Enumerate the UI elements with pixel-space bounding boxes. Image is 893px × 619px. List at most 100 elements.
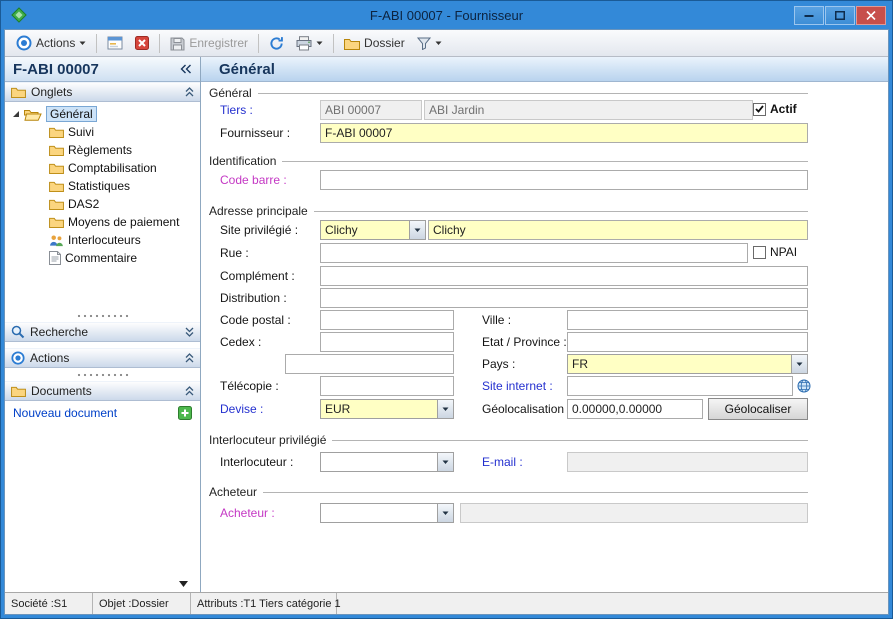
code-postal-field[interactable] xyxy=(320,310,454,330)
maximize-button[interactable] xyxy=(825,6,855,25)
fournisseur-field[interactable] xyxy=(320,123,808,143)
actions-panel-header[interactable]: Actions xyxy=(5,348,200,368)
panel-gripper[interactable] xyxy=(75,312,131,319)
devise-combo[interactable]: EUR xyxy=(320,399,454,419)
dossier-button[interactable]: Dossier xyxy=(339,34,410,52)
cedex-field[interactable] xyxy=(320,332,454,352)
printer-icon xyxy=(296,36,312,51)
chevron-down-icon xyxy=(435,41,442,46)
code-barre-field[interactable] xyxy=(320,170,808,190)
rue-field[interactable] xyxy=(320,243,748,263)
npai-checkbox[interactable]: NPAI xyxy=(753,245,797,259)
panel-gripper[interactable] xyxy=(75,371,131,378)
toolbar-separator xyxy=(159,34,160,53)
geolocaliser-button[interactable]: Géolocaliser xyxy=(708,398,808,420)
tree-node-label[interactable]: Suivi xyxy=(68,125,94,139)
tree-node-suivi[interactable]: Suivi xyxy=(5,123,200,141)
minimize-icon xyxy=(804,11,814,20)
add-plus-icon[interactable] xyxy=(178,406,192,420)
cedex-label: Cedex : xyxy=(220,335,261,349)
toolbar-separator xyxy=(333,34,334,53)
tree-node-label[interactable]: Interlocuteurs xyxy=(68,233,141,247)
toolbar-separator xyxy=(258,34,259,53)
actions-menu-button[interactable]: Actions xyxy=(11,33,91,53)
refresh-button[interactable] xyxy=(264,34,289,53)
tree-expander-icon[interactable] xyxy=(12,110,20,118)
tree-node-label[interactable]: Moyens de paiement xyxy=(68,215,179,229)
etat-province-field[interactable] xyxy=(567,332,808,352)
interlocuteur-combo[interactable] xyxy=(320,452,454,472)
record-header: F-ABI 00007 xyxy=(5,57,200,82)
telecopie-field[interactable] xyxy=(320,376,454,396)
acheteur-name-field[interactable] xyxy=(460,503,808,523)
pays-combo[interactable]: FR xyxy=(567,354,808,374)
recherche-panel-header[interactable]: Recherche xyxy=(5,322,200,342)
actif-checkbox[interactable]: Actif xyxy=(753,102,797,116)
minimize-button[interactable] xyxy=(794,6,824,25)
combo-dropdown-icon[interactable] xyxy=(791,355,807,373)
new-document-link[interactable]: Nouveau document xyxy=(13,406,117,420)
onglets-panel-header[interactable]: Onglets xyxy=(5,82,200,102)
folder-icon xyxy=(49,198,64,210)
status-societe: Société :S1 xyxy=(5,593,93,614)
complement-field[interactable] xyxy=(320,266,808,286)
sidebar-scroll-down[interactable] xyxy=(5,578,200,592)
delete-button[interactable] xyxy=(130,34,154,52)
tree-node-moyens-paiement[interactable]: Moyens de paiement xyxy=(5,213,200,231)
ville-label: Ville : xyxy=(482,313,511,327)
combo-dropdown-icon[interactable] xyxy=(437,400,453,418)
collapse-sidebar-icon[interactable] xyxy=(180,64,192,74)
toolbar-separator xyxy=(96,34,97,53)
section-acheteur: Acheteur xyxy=(209,485,808,499)
home-button[interactable] xyxy=(102,34,128,52)
tree-node-label[interactable]: DAS2 xyxy=(68,197,99,211)
tree-node-comptabilisation[interactable]: Comptabilisation xyxy=(5,159,200,177)
site-privilegie-combo[interactable]: Clichy xyxy=(320,220,426,240)
delete-x-icon xyxy=(135,36,149,50)
documents-panel-header[interactable]: Documents xyxy=(5,381,200,401)
site-nom-field[interactable] xyxy=(428,220,808,240)
folder-icon xyxy=(49,162,64,174)
tree-node-interlocuteurs[interactable]: Interlocuteurs xyxy=(5,231,200,249)
recherche-label: Recherche xyxy=(30,325,88,339)
chevron-double-up-icon xyxy=(185,386,194,396)
filter-button[interactable] xyxy=(412,35,447,52)
rue-label: Rue : xyxy=(220,246,249,260)
tree-node-commentaire[interactable]: Commentaire xyxy=(5,249,200,267)
section-identification: Identification xyxy=(209,154,808,168)
save-disk-icon xyxy=(170,36,185,51)
tree-node-general-label[interactable]: Général xyxy=(46,106,97,122)
title-bar: F-ABI 00007 - Fournisseur xyxy=(4,1,889,29)
supplier-form: Général Tiers : Actif Fournisseur : Iden… xyxy=(201,82,888,592)
ville-field[interactable] xyxy=(567,310,808,330)
tree-node-label[interactable]: Règlements xyxy=(68,143,132,157)
tiers-name-field[interactable] xyxy=(424,100,753,120)
close-button[interactable] xyxy=(856,6,886,25)
email-field[interactable] xyxy=(567,452,808,472)
target-icon xyxy=(16,35,32,51)
distribution-field[interactable] xyxy=(320,288,808,308)
new-document-row: Nouveau document xyxy=(5,401,200,423)
globe-icon[interactable] xyxy=(797,379,811,393)
combo-dropdown-icon[interactable] xyxy=(409,221,425,239)
tree-node-statistiques[interactable]: Statistiques xyxy=(5,177,200,195)
combo-dropdown-icon[interactable] xyxy=(437,504,453,522)
save-button[interactable]: Enregistrer xyxy=(165,34,253,53)
tree-node-label[interactable]: Commentaire xyxy=(65,251,137,265)
address-extra-field[interactable] xyxy=(285,354,454,374)
tree-node-das2[interactable]: DAS2 xyxy=(5,195,200,213)
tree-node-general[interactable]: Général xyxy=(5,105,200,123)
spacer xyxy=(5,267,200,309)
maximize-icon xyxy=(835,11,845,20)
acheteur-combo[interactable] xyxy=(320,503,454,523)
combo-dropdown-icon[interactable] xyxy=(437,453,453,471)
geolocalisation-field[interactable] xyxy=(567,399,703,419)
tree-node-reglements[interactable]: Règlements xyxy=(5,141,200,159)
site-internet-field[interactable] xyxy=(567,376,793,396)
onglets-label: Onglets xyxy=(31,85,72,99)
tree-node-label[interactable]: Comptabilisation xyxy=(68,161,157,175)
tiers-code-field[interactable] xyxy=(320,100,422,120)
print-button[interactable] xyxy=(291,34,328,53)
chevron-double-down-icon xyxy=(185,327,194,337)
tree-node-label[interactable]: Statistiques xyxy=(68,179,130,193)
